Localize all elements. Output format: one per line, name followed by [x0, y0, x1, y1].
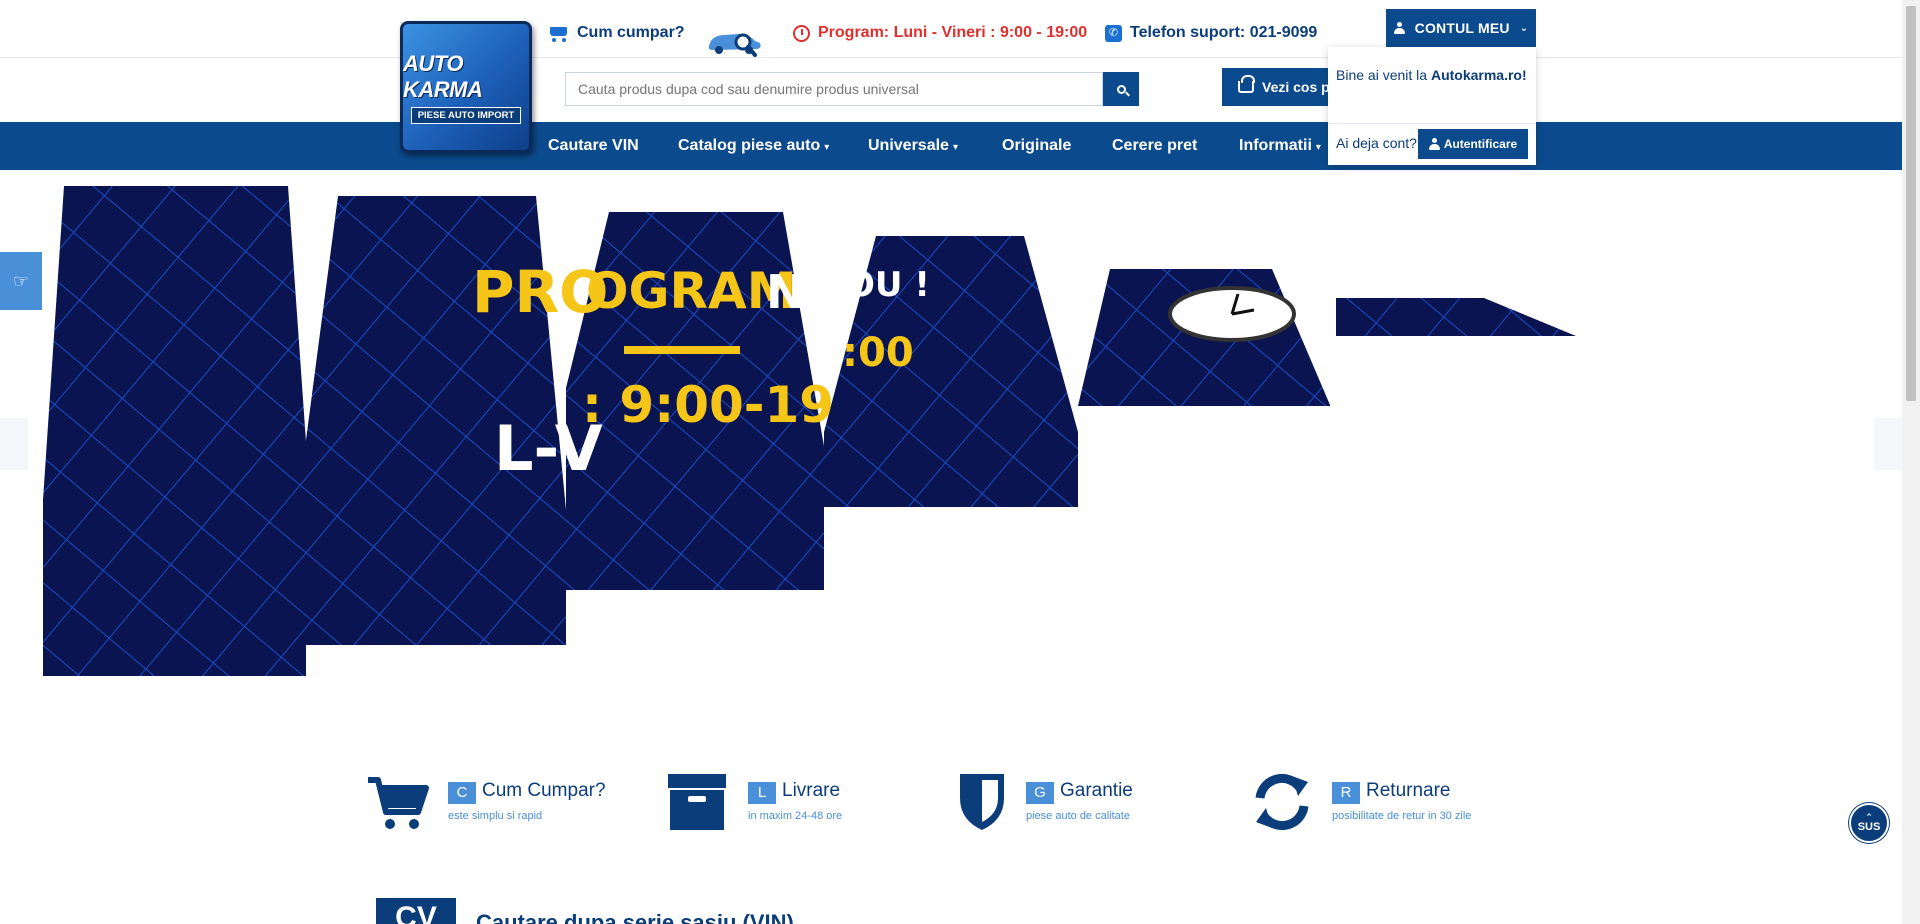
how-to-buy-link[interactable]: Cum cumpar?	[547, 24, 685, 42]
welcome-text: Bine ai venit la Autokarma.ro!	[1336, 67, 1527, 83]
vin-section-badge: CV	[376, 898, 456, 924]
car-search-icon[interactable]	[705, 26, 763, 58]
slider-hours-b: : 9:00-19	[582, 376, 834, 434]
user-icon	[1393, 22, 1405, 34]
search-button[interactable]	[1103, 72, 1139, 106]
site-logo[interactable]: AUTO KARMA PIESE AUTO IMPORT	[400, 21, 532, 153]
slider-headline-c: N	[766, 265, 805, 319]
nav-label: Informatii	[1239, 137, 1312, 154]
chevron-down-icon: ⌄	[1519, 22, 1529, 34]
nav-cautare-vin[interactable]: Cautare VIN	[548, 122, 639, 170]
feature-title: Returnare	[1366, 780, 1451, 801]
clock-graphic	[1168, 286, 1296, 342]
welcome-prefix: Bine ai venit la	[1336, 67, 1431, 83]
vin-section-title: Cautare dupa serie sasiu (VIN)	[476, 912, 794, 924]
welcome-site: Autokarma.ro!	[1430, 67, 1527, 83]
search-icon	[1116, 84, 1126, 94]
cart-icon	[368, 777, 429, 829]
nav-universale[interactable]: Universale ▾	[868, 122, 958, 170]
chevron-up-icon: ⌃	[1865, 812, 1873, 822]
basket-icon	[1238, 75, 1255, 93]
logo-subtitle: PIESE AUTO IMPORT	[410, 106, 522, 124]
feature-subtitle: in maxim 24-48 ore	[748, 810, 843, 822]
slider-headline-d: OU !	[846, 265, 930, 305]
have-account-text: Ai deja cont?	[1336, 135, 1417, 151]
feature-title: Garantie	[1060, 780, 1133, 801]
feature-subtitle: posibilitate de retur in 30 zile	[1332, 810, 1472, 822]
program-label: Program: Luni - Vineri : 9:00 - 19:00	[818, 24, 1088, 41]
login-button[interactable]: Autentificare	[1418, 129, 1528, 159]
slider-hours-c: :00	[842, 330, 914, 376]
program-info: Program: Luni - Vineri : 9:00 - 19:00	[793, 24, 1087, 42]
back-to-top-label: SUS	[1857, 821, 1881, 833]
nav-originale[interactable]: Originale	[1002, 122, 1071, 170]
how-to-buy-label: Cum cumpar?	[577, 24, 685, 41]
feature-subtitle: piese auto de calitate	[1026, 810, 1130, 822]
logo-brand: AUTO KARMA	[403, 50, 483, 102]
login-button-label: Autentificare	[1443, 137, 1518, 151]
scrollbar-thumb[interactable]	[1906, 6, 1916, 401]
nav-cerere-pret[interactable]: Cerere pret	[1112, 122, 1197, 170]
caret-down-icon: ▾	[824, 142, 830, 153]
nav-label: Catalog piese auto	[678, 137, 821, 154]
feature-title: Livrare	[782, 780, 841, 801]
account-button[interactable]: CONTUL MEU ⌄	[1386, 9, 1536, 47]
feature-letter: C	[448, 782, 476, 804]
slider-headline-b: OGRAM	[586, 262, 797, 320]
feature-letter: G	[1026, 782, 1054, 804]
search-input[interactable]	[565, 72, 1103, 106]
caret-down-icon: ▾	[1315, 142, 1321, 153]
slider-panel-1	[43, 186, 306, 676]
dropdown-divider	[1328, 123, 1536, 124]
feature-letter: L	[748, 782, 776, 804]
account-button-label: CONTUL MEU	[1414, 20, 1510, 36]
shield-icon	[960, 774, 1004, 830]
cart-icon	[547, 25, 569, 42]
refresh-icon	[1255, 774, 1309, 830]
nav-label: Cerere pret	[1112, 137, 1198, 154]
phone-icon: ✆	[1105, 24, 1122, 42]
caret-down-icon: ▾	[952, 142, 958, 153]
box-icon	[668, 774, 726, 830]
account-dropdown: Bine ai venit la Autokarma.ro! Ai deja c…	[1328, 47, 1536, 165]
back-to-top-button[interactable]: ⌃ SUS	[1849, 803, 1889, 843]
view-cart-label: Vezi cos pr	[1262, 79, 1336, 95]
feature-letter: R	[1332, 782, 1360, 804]
phone-label: Telefon suport: 021-9099	[1130, 24, 1318, 41]
nav-label: Cautare VIN	[548, 137, 639, 154]
phone-support[interactable]: ✆ Telefon suport: 021-9099	[1105, 24, 1317, 42]
nav-catalog-piese-auto[interactable]: Catalog piese auto ▾	[678, 122, 829, 170]
nav-informatii[interactable]: Informatii ▾	[1239, 122, 1321, 170]
slider-underline	[624, 346, 740, 354]
feature-subtitle: este simplu si rapid	[448, 810, 543, 822]
clock-icon	[793, 24, 810, 42]
slider-panel-6	[1336, 298, 1576, 336]
nav-label: Universale	[868, 137, 949, 154]
nav-label: Originale	[1002, 137, 1072, 154]
feature-title: Cum Cumpar?	[482, 780, 606, 801]
user-icon	[1428, 138, 1440, 150]
promo-slider[interactable]: PRO OGRAM N OU ! L-V : 9:00-19 :00	[0, 170, 1902, 690]
